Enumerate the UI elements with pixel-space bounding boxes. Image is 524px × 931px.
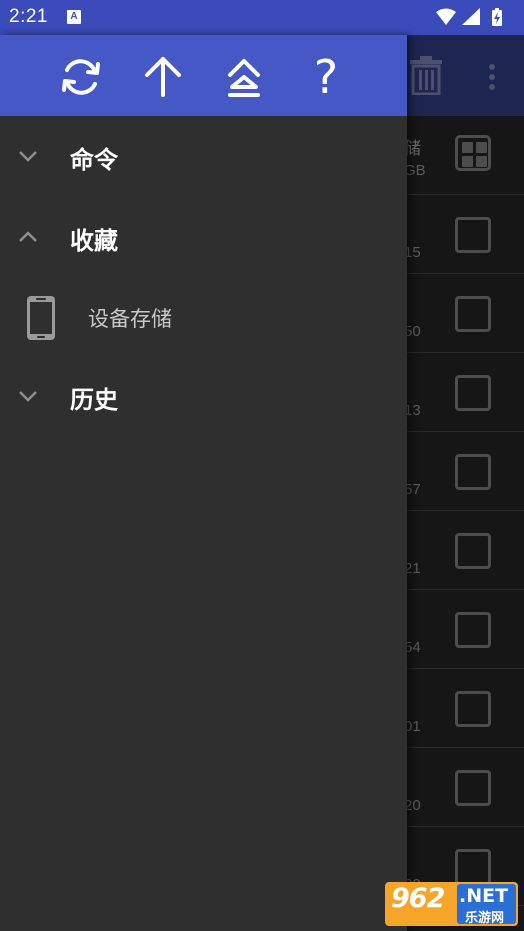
row-checkbox[interactable] (455, 217, 491, 253)
row-checkbox[interactable] (455, 770, 491, 806)
status-time: 2:21 (9, 6, 48, 27)
refresh-icon (62, 59, 100, 95)
help-button[interactable]: ? (302, 53, 350, 101)
signal-icon (462, 8, 480, 25)
help-icon: ? (313, 50, 339, 104)
battery-charging-icon (492, 8, 502, 26)
wifi-icon (436, 8, 456, 25)
group-label: 历史 (70, 386, 118, 414)
group-label: 命令 (70, 146, 118, 174)
watermark-suffix: .NET (459, 885, 509, 907)
background-row-text: GB (404, 162, 426, 179)
row-checkbox[interactable] (455, 612, 491, 648)
row-checkbox[interactable] (455, 454, 491, 490)
collapse-all-button[interactable] (220, 53, 268, 101)
row-checkbox[interactable] (455, 691, 491, 727)
drawer-toolbar: ? (0, 35, 407, 116)
favorite-item-device-storage[interactable]: 设备存储 (0, 277, 407, 357)
status-bar: 2:21 A (0, 0, 524, 35)
item-label: 设备存储 (88, 307, 172, 331)
group-label: 收藏 (70, 227, 118, 255)
status-icons (434, 7, 514, 27)
row-checkbox[interactable] (455, 375, 491, 411)
watermark-logo: 962 .NET 乐游网 (385, 882, 518, 926)
trash-icon[interactable] (409, 55, 443, 95)
arrow-up-icon (145, 57, 181, 97)
chevron-down-icon (19, 391, 37, 402)
parent-folder-button[interactable] (139, 53, 187, 101)
chevron-down-icon (19, 151, 37, 162)
grid-icon[interactable] (455, 135, 491, 171)
refresh-button[interactable] (57, 53, 105, 101)
phone-icon (27, 296, 55, 340)
a-icon: A (67, 10, 81, 24)
row-checkbox[interactable] (455, 533, 491, 569)
chevron-up-icon (19, 231, 37, 242)
group-history[interactable]: 历史 (0, 356, 407, 436)
collapse-all-icon (228, 59, 260, 97)
more-vert-icon[interactable] (486, 64, 498, 90)
row-checkbox[interactable] (455, 296, 491, 332)
group-favorites[interactable]: 收藏 (0, 197, 407, 277)
watermark-site: 乐游网 (465, 911, 505, 926)
row-checkbox[interactable] (455, 849, 491, 885)
group-commands[interactable]: 命令 (0, 116, 407, 196)
navigation-drawer: ? 命令 收藏 设备存储 历史 (0, 35, 407, 931)
watermark-number: 962 (391, 883, 445, 914)
